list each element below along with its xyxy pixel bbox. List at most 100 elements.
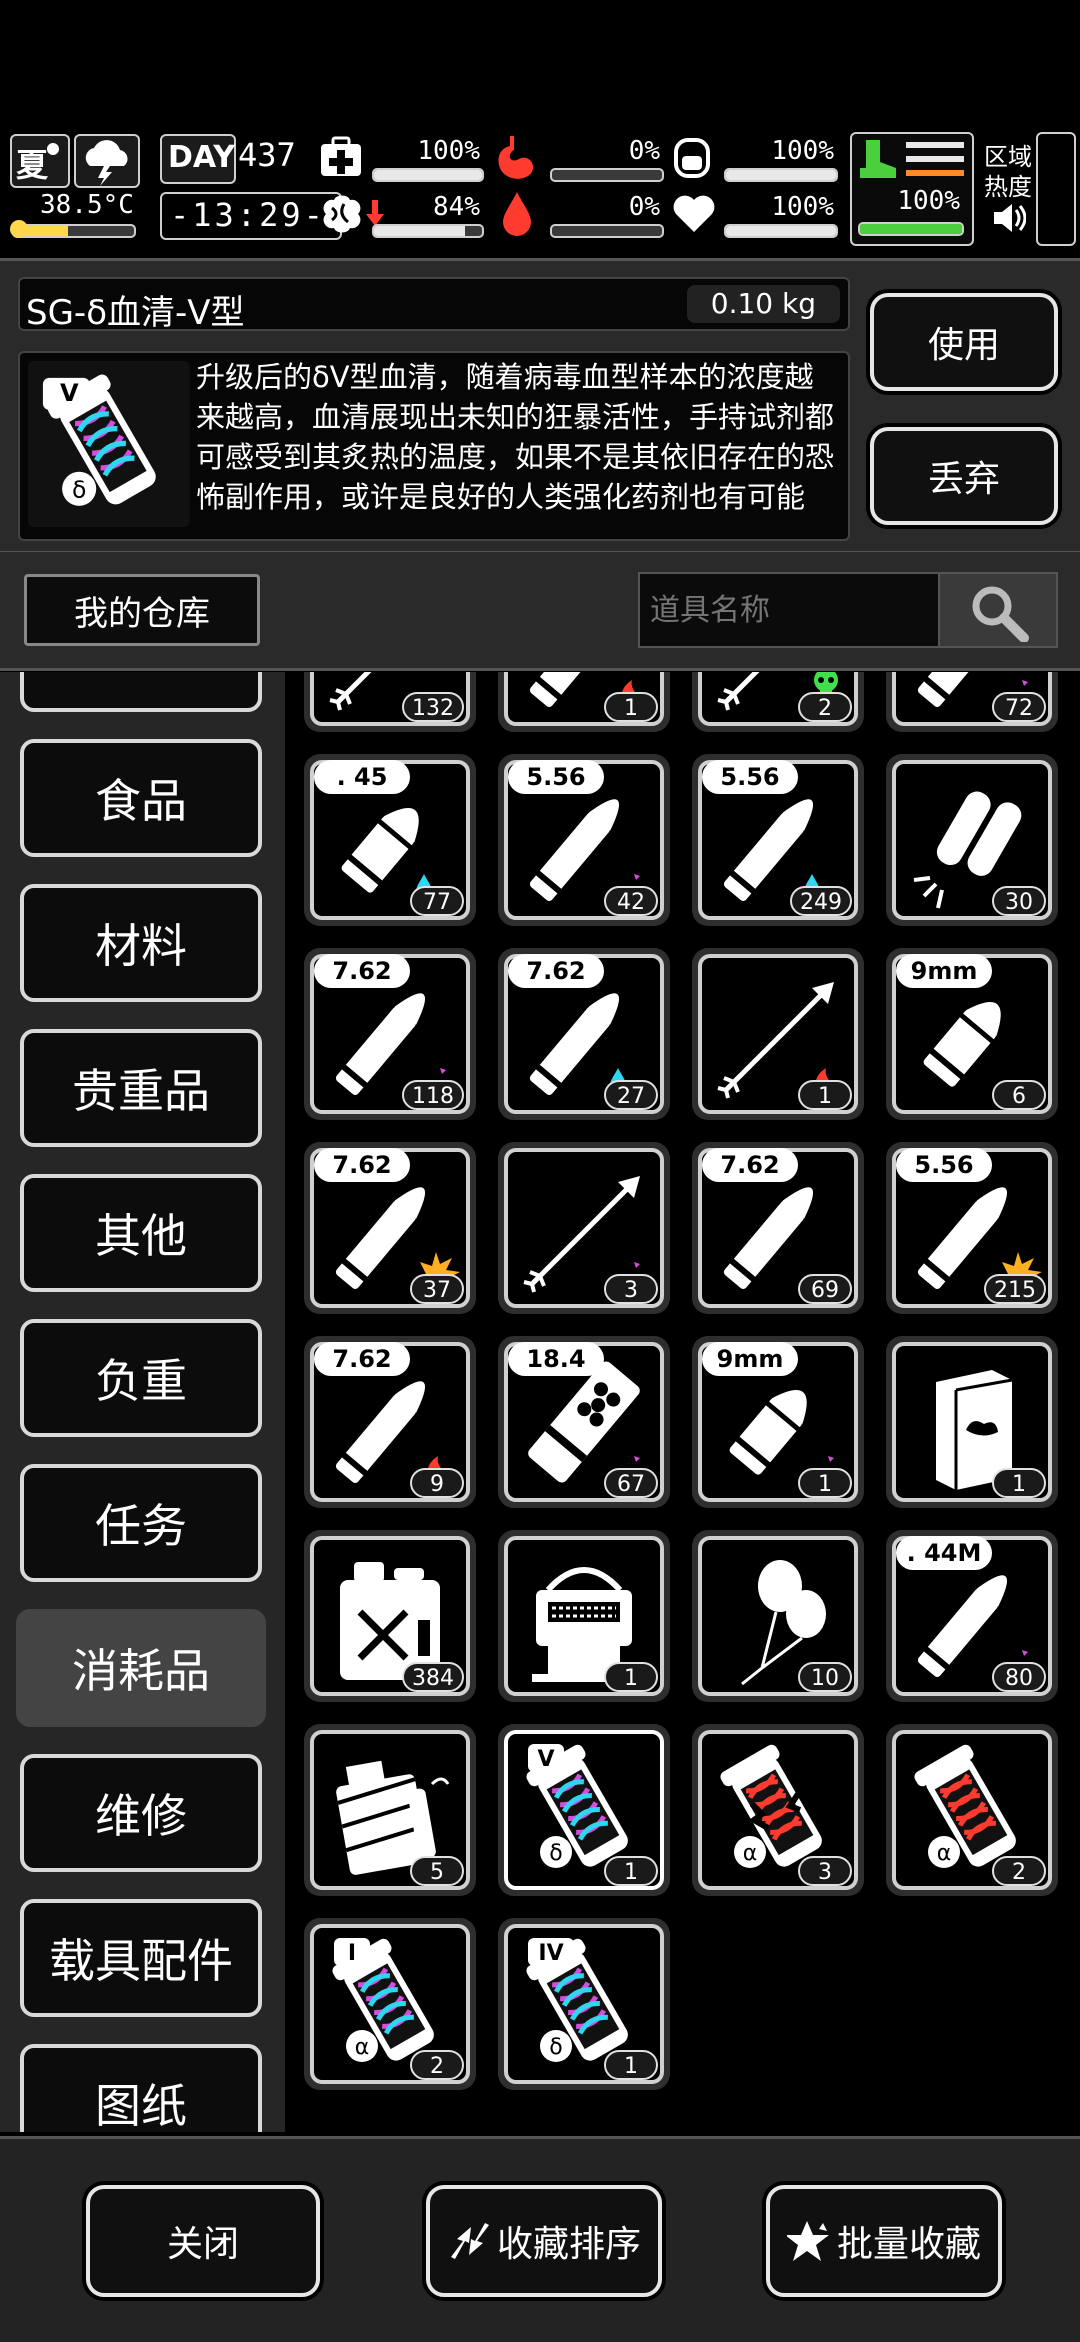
svg-text:IV: IV (538, 1941, 563, 1966)
search-icon (972, 586, 1029, 642)
item-grid: 132 1 2 72. 45 77 5.56 42 5.56 249 30 7.62 118 7.62 2… (290, 672, 1080, 2132)
item-count: 132 (402, 692, 464, 722)
caliber-badge: 5.56 (508, 760, 604, 794)
armor-icon (674, 138, 710, 178)
sanity-bar (372, 224, 484, 238)
temperature-readout: 38.5°C (40, 190, 134, 220)
clock-readout: -13:29- (170, 196, 326, 234)
inventory-slot[interactable]: 2 (692, 672, 864, 732)
svg-text:α: α (355, 2035, 370, 2060)
inventory-slot[interactable]: α2 (886, 1724, 1058, 1896)
caliber-badge: 18.4 (508, 1342, 604, 1376)
inventory-slot[interactable]: . 45 77 (304, 754, 476, 926)
item-count: 118 (402, 1080, 464, 1110)
inventory-slot[interactable]: 10 (692, 1530, 864, 1702)
category-partial[interactable] (20, 672, 262, 712)
item-count: 1 (604, 1662, 658, 1692)
inventory-slot[interactable]: α3 (692, 1724, 864, 1896)
batch-favorite-button[interactable]: 批量收藏 (766, 2185, 1002, 2297)
category-6[interactable]: 任务 (20, 1464, 262, 1582)
item-count: 1 (798, 1468, 852, 1498)
inventory-slot[interactable]: 7.62 9 (304, 1336, 476, 1508)
medkit-icon (321, 136, 361, 176)
inventory-slot[interactable]: 1 (886, 1336, 1058, 1508)
item-count: 80 (992, 1662, 1046, 1692)
item-count: 3 (798, 1856, 852, 1886)
category-3[interactable]: 贵重品 (20, 1029, 262, 1147)
day-number: 437 (238, 136, 296, 174)
inventory-slot[interactable]: 18.4 67 (498, 1336, 670, 1508)
svg-text:α: α (743, 1841, 758, 1866)
inventory-slot[interactable]: α I 2 (304, 1918, 476, 2090)
inventory-slot[interactable]: 1 (498, 672, 670, 732)
item-count: 2 (410, 2050, 464, 2080)
inventory-slot[interactable]: 7.62 27 (498, 948, 670, 1120)
item-description: 升级后的δV型血清，随着病毒血型样本的浓度越来越高，血清展现出未知的狂暴活性，手… (196, 360, 835, 514)
warehouse-bar: 我的仓库 (0, 552, 1080, 671)
item-count: 1 (992, 1468, 1046, 1498)
star-icon (786, 2221, 829, 2261)
inventory-slot[interactable]: 132 (304, 672, 476, 732)
favorite-sort-button[interactable]: 收藏排序 (426, 2185, 662, 2297)
serum-v-delta-icon: δ (42, 374, 156, 506)
item-count: 67 (604, 1468, 658, 1498)
inventory-slot[interactable]: 7.62 37 (304, 1142, 476, 1314)
inventory-slot[interactable]: 7.62 69 (692, 1142, 864, 1314)
inventory-slot[interactable]: . 44M 80 (886, 1530, 1058, 1702)
favorite-sort-label: 收藏排序 (496, 2224, 641, 2265)
inventory-slot[interactable]: 72 (886, 672, 1058, 732)
svg-text:V: V (537, 1747, 554, 1772)
weather-box (74, 134, 140, 188)
item-count: 2 (798, 692, 852, 722)
category-1[interactable]: 食品 (20, 739, 262, 857)
blood-drop-icon (503, 192, 531, 236)
inventory-slot[interactable]: 5.56 42 (498, 754, 670, 926)
close-button[interactable]: 关闭 (86, 2185, 320, 2297)
caliber-badge: 7.62 (314, 954, 410, 988)
discard-button[interactable]: 丢弃 (870, 427, 1058, 525)
inventory-slot[interactable]: 1 (498, 1530, 670, 1702)
item-count: 249 (790, 886, 852, 916)
category-9[interactable]: 载具配件 (20, 1899, 262, 2017)
inventory-slot[interactable]: 5.56 215 (886, 1142, 1058, 1314)
category-10[interactable]: 图纸 (20, 2044, 262, 2132)
caliber-badge: 9mm (702, 1342, 798, 1376)
inventory-slot[interactable]: 5 (304, 1724, 476, 1896)
category-7[interactable]: 消耗品 (16, 1609, 266, 1727)
item-count: 1 (604, 692, 658, 722)
svg-text:I: I (348, 1941, 356, 1966)
item-detail-box: δ V 升级后的δV型血清，随着病毒血型样本的浓度越来越高，血清展现出未知的狂暴… (18, 351, 850, 541)
bottom-toolbar: 关闭 收藏排序 批量收藏 (0, 2136, 1080, 2342)
inventory-slot[interactable]: 7.62 118 (304, 948, 476, 1120)
inventory-slot[interactable]: 9mm 6 (886, 948, 1058, 1120)
caliber-badge: 9mm (896, 954, 992, 988)
inventory-slot[interactable]: δ V 1 (498, 1724, 670, 1896)
speaker-icon[interactable] (990, 200, 1026, 236)
item-count: 9 (410, 1468, 464, 1498)
search-button[interactable] (938, 572, 1058, 648)
inventory-slot[interactable]: 384 (304, 1530, 476, 1702)
svg-text:α: α (937, 1841, 952, 1866)
inventory-slot[interactable]: 3 (498, 1142, 670, 1314)
svg-text:δ: δ (549, 2035, 562, 2060)
caliber-badge: 5.56 (896, 1148, 992, 1182)
category-2[interactable]: 材料 (20, 884, 262, 1002)
category-5[interactable]: 负重 (20, 1319, 262, 1437)
hunger-pct: 0% (628, 136, 660, 166)
item-count: 5 (410, 1856, 464, 1886)
warehouse-tab[interactable]: 我的仓库 (24, 574, 260, 646)
inventory-slot[interactable]: 9mm 1 (692, 1336, 864, 1508)
category-8[interactable]: 维修 (20, 1754, 262, 1872)
use-button[interactable]: 使用 (870, 293, 1058, 391)
item-count: 42 (604, 886, 658, 916)
caliber-badge: . 45 (314, 760, 410, 794)
inventory-slot[interactable]: 1 (692, 948, 864, 1120)
day-label: DAY (168, 140, 235, 175)
inventory-slot[interactable]: 5.56 249 (692, 754, 864, 926)
armor-bar (724, 168, 838, 182)
item-title-bar: SG-δ血清-V型 0.10 kg (18, 277, 850, 333)
search-input[interactable] (638, 572, 938, 648)
category-4[interactable]: 其他 (20, 1174, 262, 1292)
inventory-slot[interactable]: δ IV 1 (498, 1918, 670, 2090)
inventory-slot[interactable]: 30 (886, 754, 1058, 926)
